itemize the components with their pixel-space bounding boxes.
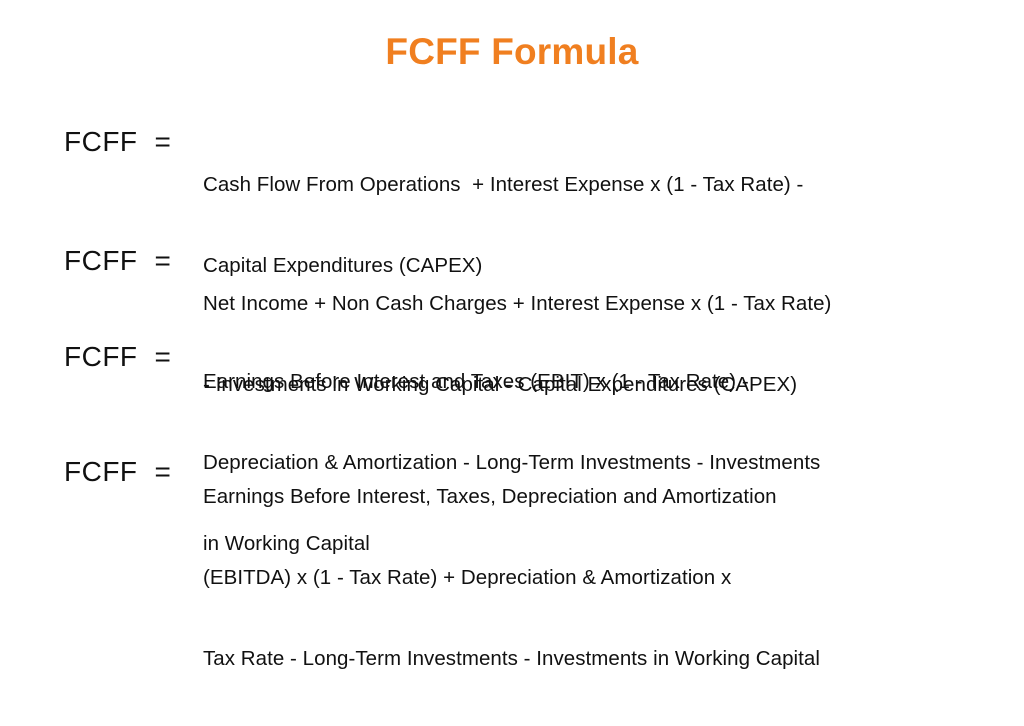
formula-left-hand-side: FCFF = [64, 247, 194, 275]
equals-sign: = [154, 456, 172, 487]
fcff-formula-page: FCFF Formula FCFF = Cash Flow From Operat… [0, 0, 1024, 670]
formula-left-hand-side: FCFF = [64, 128, 194, 156]
formula-line: Net Income + Non Cash Charges + Interest… [203, 292, 832, 315]
formula-label: FCFF [64, 456, 138, 487]
formula-line: Tax Rate - Long-Term Investments - Inves… [203, 647, 820, 670]
formula-line: Cash Flow From Operations + Interest Exp… [203, 173, 804, 196]
formula-label: FCFF [64, 126, 138, 157]
formula-label: FCFF [64, 245, 138, 276]
equals-sign: = [154, 245, 172, 276]
equals-sign: = [154, 341, 172, 372]
formula-left-hand-side: FCFF = [64, 458, 194, 486]
formula-line: Earnings Before Interest, Taxes, Depreci… [203, 485, 777, 508]
formula-line: Earnings Before Interest and Taxes (EBIT… [203, 370, 749, 393]
page-title: FCFF Formula [385, 31, 639, 72]
formula-line: (EBITDA) x (1 - Tax Rate) + Depreciation… [203, 566, 732, 589]
equals-sign: = [154, 126, 172, 157]
formula-left-hand-side: FCFF = [64, 343, 194, 371]
formula-right-hand-side: Earnings Before Interest, Taxes, Depreci… [203, 429, 1003, 726]
formula-label: FCFF [64, 341, 138, 372]
